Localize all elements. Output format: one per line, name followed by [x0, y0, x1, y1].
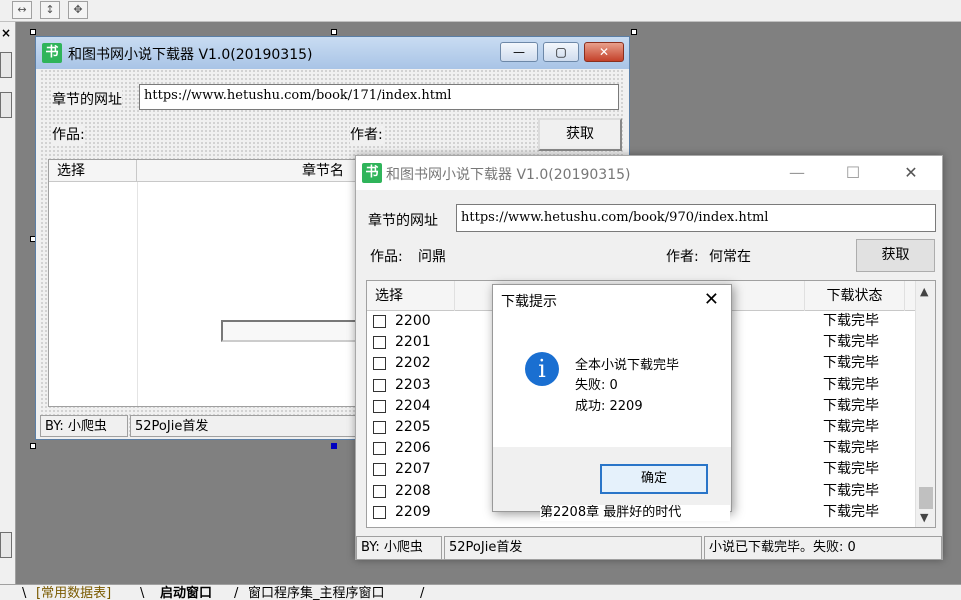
resize-handle[interactable]: [631, 29, 637, 35]
row-status: 下载完毕: [823, 482, 879, 499]
row-checkbox[interactable]: [373, 336, 386, 350]
col-status[interactable]: 下载状态: [805, 281, 905, 311]
panel-slot[interactable]: [0, 532, 12, 558]
row-status: 下载完毕: [823, 397, 879, 414]
placeholder-control[interactable]: [221, 320, 363, 342]
resize-handle[interactable]: [331, 443, 337, 449]
author-label: 作者:: [666, 246, 699, 266]
close-button[interactable]: ✕: [888, 156, 934, 190]
row-number: 2200: [395, 313, 431, 329]
col-select[interactable]: 选择: [367, 281, 455, 311]
row-checkbox[interactable]: [373, 484, 386, 498]
row-number: 2205: [395, 419, 431, 435]
row-status: 下载完毕: [823, 313, 879, 329]
row-number: 2201: [395, 334, 431, 351]
row-checkbox[interactable]: [373, 442, 386, 456]
design-window-title: 和图书网小说下载器 V1.0(20190315): [68, 47, 313, 63]
app-titlebar[interactable]: 书 和图书网小说下载器 V1.0(20190315) — ☐ ✕: [356, 156, 942, 190]
book-icon: 书: [362, 163, 382, 183]
design-titlebar[interactable]: 书 和图书网小说下载器 V1.0(20190315) — ▢ ✕: [36, 37, 629, 69]
row-status: 下载完毕: [823, 440, 879, 457]
grid-divider: [137, 182, 138, 406]
row-checkbox[interactable]: [373, 505, 386, 519]
row-status: 下载完毕: [823, 355, 879, 372]
panel-slot[interactable]: [0, 52, 12, 78]
resize-handle[interactable]: [331, 29, 337, 35]
fetch-button[interactable]: 获取: [538, 118, 622, 151]
fetch-button[interactable]: 获取: [856, 239, 935, 272]
row-number: 2209: [395, 503, 431, 520]
dialog-message-3: 成功: 2209: [575, 399, 643, 414]
dialog-message-1: 全本小说下载完毕: [575, 358, 680, 373]
author-value: 何常在: [709, 246, 751, 266]
resize-handle[interactable]: [30, 443, 36, 449]
author-label: 作者:: [350, 124, 383, 144]
row-checkbox[interactable]: [373, 399, 386, 413]
minimize-button[interactable]: —: [500, 42, 538, 62]
close-icon[interactable]: ×: [1, 26, 11, 40]
dialog-footer: 确定: [493, 447, 731, 511]
panel-slot[interactable]: [0, 92, 12, 118]
row-number: 2206: [395, 440, 431, 457]
status-source: 52PoJie首发: [130, 415, 356, 437]
book-icon: 书: [42, 43, 62, 63]
status-source: 52PoJie首发: [444, 536, 702, 560]
status-result: 小说已下载完毕。失败: 0: [704, 536, 942, 560]
tab-data-tables[interactable]: [常用数据表]: [36, 587, 111, 600]
row-checkbox[interactable]: [373, 357, 386, 371]
ide-bottom-tabs: \ [常用数据表] \ 启动窗口 / 窗口程序集_主程序窗口 /: [0, 584, 961, 600]
col-select[interactable]: 选择: [49, 160, 137, 182]
scroll-thumb[interactable]: [919, 487, 933, 509]
chapter-name-partial: 第2208章 最胖好的时代: [540, 505, 730, 521]
row-status: 下载完毕: [823, 376, 879, 393]
work-label: 作品:: [370, 246, 403, 266]
status-author: BY: 小爬虫: [356, 536, 442, 560]
close-button[interactable]: ✕: [584, 42, 624, 62]
tab-startup-window[interactable]: 启动窗口: [160, 587, 212, 600]
work-label: 作品:: [52, 124, 85, 144]
vertical-scrollbar[interactable]: ▲ ▼: [915, 281, 935, 527]
grid-header: 选择 章节名: [49, 160, 363, 182]
download-dialog[interactable]: 下载提示 ✕ i 全本小说下载完毕 失败: 0 成功: 2209 确定: [492, 284, 732, 512]
maximize-button[interactable]: ☐: [830, 156, 876, 190]
minimize-button[interactable]: —: [774, 156, 820, 190]
row-checkbox[interactable]: [373, 315, 386, 328]
url-input[interactable]: https://www.hetushu.com/book/970/index.h…: [456, 204, 936, 232]
status-author: BY: 小爬虫: [40, 415, 128, 437]
row-number: 2202: [395, 355, 431, 372]
resize-width-icon[interactable]: ↔: [12, 1, 32, 19]
chapter-grid[interactable]: 选择 章节名: [48, 159, 364, 407]
work-value: 问鼎: [418, 246, 446, 266]
row-checkbox[interactable]: [373, 421, 386, 434]
row-status: 下载完毕: [823, 461, 879, 478]
tab-window-module[interactable]: 窗口程序集_主程序窗口: [248, 587, 385, 600]
app-window-title: 和图书网小说下载器 V1.0(20190315): [386, 167, 631, 183]
row-status: 下载完毕: [823, 419, 879, 435]
row-status: 下载完毕: [823, 334, 879, 351]
maximize-button[interactable]: ▢: [543, 42, 579, 62]
row-number: 2203: [395, 376, 431, 393]
scroll-down-icon[interactable]: ▼: [920, 511, 928, 524]
row-number: 2207: [395, 461, 431, 478]
url-label: 章节的网址: [52, 89, 122, 109]
info-icon: i: [525, 352, 559, 386]
row-status: 下载完毕: [823, 503, 879, 520]
url-label: 章节的网址: [368, 210, 438, 230]
dialog-message-2: 失败: 0: [575, 378, 618, 393]
ide-left-panel: ×: [0, 22, 16, 584]
resize-handle[interactable]: [30, 29, 36, 35]
dialog-title: 下载提示: [501, 294, 557, 310]
scroll-up-icon[interactable]: ▲: [920, 285, 928, 298]
ide-toolbar: ↔ ↕ ✥: [0, 0, 961, 22]
col-chapter[interactable]: 章节名: [137, 160, 363, 182]
row-number: 2204: [395, 397, 431, 414]
row-checkbox[interactable]: [373, 378, 386, 392]
close-icon[interactable]: ✕: [704, 289, 719, 310]
ok-button[interactable]: 确定: [600, 464, 708, 494]
row-number: 2208: [395, 482, 431, 499]
resize-height-icon[interactable]: ↕: [40, 1, 60, 19]
url-input[interactable]: https://www.hetushu.com/book/171/index.h…: [139, 84, 619, 110]
resize-both-icon[interactable]: ✥: [68, 1, 88, 19]
row-checkbox[interactable]: [373, 463, 386, 477]
